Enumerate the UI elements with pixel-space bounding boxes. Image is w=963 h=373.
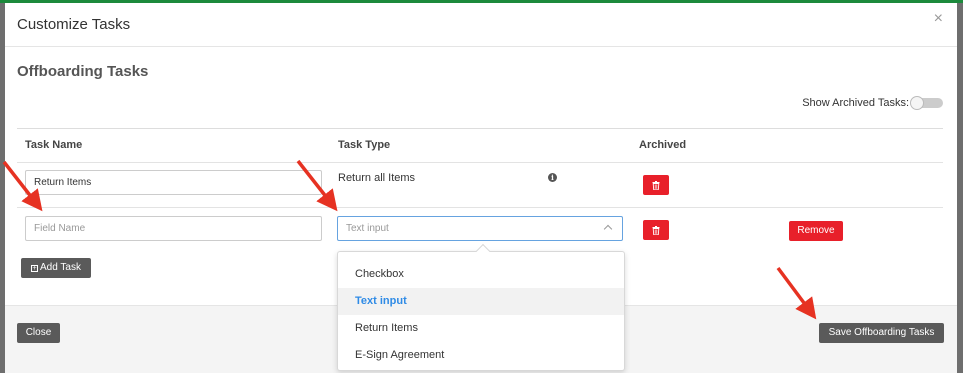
task-type-text: Return all Items	[338, 172, 416, 184]
show-archived-toggle[interactable]	[910, 96, 943, 110]
task-type-select[interactable]	[337, 216, 623, 241]
info-icon[interactable]: i	[548, 173, 557, 182]
remove-button[interactable]: Remove	[789, 221, 843, 241]
customize-tasks-modal: Customize Tasks × Offboarding Tasks Show…	[5, 3, 957, 373]
field-name-input[interactable]	[25, 216, 322, 241]
delete-task-button[interactable]	[643, 220, 669, 240]
task-type-dropdown: Checkbox Text input Return Items E-Sign …	[337, 243, 625, 371]
save-offboarding-tasks-button[interactable]: Save Offboarding Tasks	[819, 323, 944, 343]
modal-backdrop-right	[957, 3, 963, 373]
trash-icon	[652, 180, 660, 190]
show-archived-control: Show Archived Tasks:	[802, 96, 943, 110]
close-icon[interactable]: ×	[934, 11, 943, 27]
show-archived-label: Show Archived Tasks:	[802, 97, 909, 109]
dropdown-option-checkbox[interactable]: Checkbox	[338, 261, 624, 288]
table-row-divider	[17, 162, 943, 163]
add-task-button[interactable]: + Add Task	[21, 258, 91, 278]
trash-icon	[652, 225, 660, 235]
table-divider	[17, 128, 943, 129]
close-button[interactable]: Close	[17, 323, 60, 343]
dropdown-option-return-items[interactable]: Return Items	[338, 315, 624, 342]
modal-title: Customize Tasks	[17, 16, 131, 33]
column-header-task-name: Task Name	[25, 139, 83, 151]
add-task-label: Add Task	[40, 262, 81, 273]
plus-square-icon: +	[31, 265, 39, 272]
column-header-task-type: Task Type	[338, 139, 391, 151]
dropdown-option-text-input[interactable]: Text input	[338, 288, 624, 315]
delete-task-button[interactable]	[643, 175, 669, 195]
dropdown-option-e-sign-agreement[interactable]: E-Sign Agreement	[338, 342, 624, 369]
toggle-knob	[910, 96, 924, 110]
section-title: Offboarding Tasks	[17, 63, 149, 80]
dropdown-caret	[475, 243, 491, 259]
table-row-divider	[17, 207, 943, 208]
task-name-input[interactable]	[25, 170, 322, 195]
modal-header: Customize Tasks ×	[5, 3, 957, 47]
column-header-archived: Archived	[639, 139, 687, 151]
